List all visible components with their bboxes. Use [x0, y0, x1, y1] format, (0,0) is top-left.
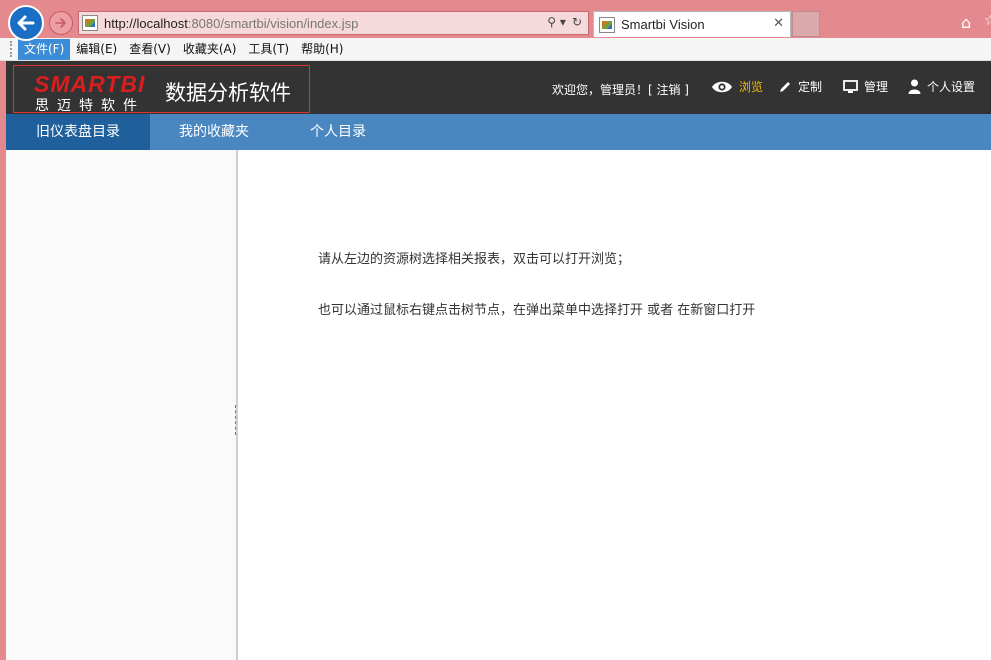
nav-customize-label: 定制	[798, 80, 823, 94]
url-host: http://localhost	[104, 15, 188, 31]
tab-personal-directory[interactable]: 个人目录	[302, 114, 374, 150]
menu-help[interactable]: 帮助(H)	[295, 39, 349, 60]
menu-bar: 文件(F) 编辑(E) 查看(V) 收藏夹(A) 工具(T) 帮助(H)	[0, 38, 991, 61]
arrow-right-icon	[55, 18, 66, 28]
search-icon[interactable]: ⚲ ▾	[547, 15, 566, 29]
address-actions: ⚲ ▾ ↻	[547, 15, 582, 29]
welcome-text[interactable]: 欢迎您，管理员！[ 注销 ]	[552, 81, 689, 98]
menu-favorites[interactable]: 收藏夹(A)	[177, 39, 243, 60]
nav-customize[interactable]: 定制	[778, 78, 822, 95]
pencil-icon	[780, 81, 790, 92]
menu-view[interactable]: 查看(V)	[123, 39, 177, 60]
main-content: 请从左边的资源树选择相关报表，双击可以打开浏览； 也可以通过鼠标右键点击树节点，…	[238, 150, 991, 660]
logo: SMARTBI 思迈特软件 数据分析软件	[13, 65, 310, 114]
menu-edit[interactable]: 编辑(E)	[70, 39, 123, 60]
hint-line-1: 请从左边的资源树选择相关报表，双击可以打开浏览；	[318, 252, 631, 267]
app-title: 数据分析软件	[165, 81, 291, 105]
tab-favicon-icon	[599, 16, 615, 33]
favorites-icon[interactable]: ☆	[984, 13, 991, 29]
browser-chrome: http://localhost:8080/smartbi/vision/ind…	[0, 0, 991, 41]
close-icon[interactable]: ✕	[773, 16, 784, 31]
forward-button[interactable]	[49, 11, 73, 35]
url-path: :8080/smartbi/vision/index.jsp	[187, 15, 359, 31]
logo-subtitle: 思迈特软件	[35, 98, 145, 114]
nav-settings-label: 个人设置	[927, 80, 976, 94]
back-button[interactable]	[8, 5, 44, 41]
site-favicon-icon	[82, 15, 98, 31]
monitor-icon	[843, 79, 858, 93]
menu-tools[interactable]: 工具(T)	[242, 39, 295, 60]
nav-manage[interactable]: 管理	[843, 78, 888, 95]
browser-tab[interactable]: Smartbi Vision ✕	[593, 11, 791, 37]
refresh-icon[interactable]: ↻	[572, 15, 582, 29]
address-bar[interactable]: http://localhost:8080/smartbi/vision/ind…	[78, 11, 589, 35]
new-tab-button[interactable]	[792, 11, 820, 37]
app-header: SMARTBI 思迈特软件 数据分析软件 欢迎您，管理员！[ 注销 ] 浏览 定…	[6, 61, 991, 114]
toolbar-grip	[10, 41, 14, 57]
nav-manage-label: 管理	[864, 80, 889, 94]
resource-tab-bar: 旧仪表盘目录 我的收藏夹 个人目录	[6, 114, 991, 150]
tab-title: Smartbi Vision	[621, 17, 705, 32]
nav-browse-label: 浏览	[739, 80, 764, 94]
eye-icon	[712, 81, 732, 92]
tab-old-dashboard[interactable]: 旧仪表盘目录	[6, 114, 150, 150]
logo-wordmark: SMARTBI	[34, 71, 146, 97]
menu-file[interactable]: 文件(F)	[18, 38, 71, 60]
tab-my-favorites[interactable]: 我的收藏夹	[164, 114, 264, 150]
nav-browse[interactable]: 浏览	[711, 78, 763, 95]
hint-line-2: 也可以通过鼠标右键点击树节点，在弹出菜单中选择打开 或者 在新窗口打开	[318, 303, 756, 318]
nav-settings[interactable]: 个人设置	[908, 78, 975, 95]
address-url[interactable]: http://localhost:8080/smartbi/vision/ind…	[104, 16, 358, 31]
home-icon[interactable]: ⌂	[961, 13, 971, 32]
resource-tree-panel[interactable]	[6, 150, 236, 660]
user-icon	[908, 79, 921, 94]
arrow-left-icon	[17, 15, 35, 31]
